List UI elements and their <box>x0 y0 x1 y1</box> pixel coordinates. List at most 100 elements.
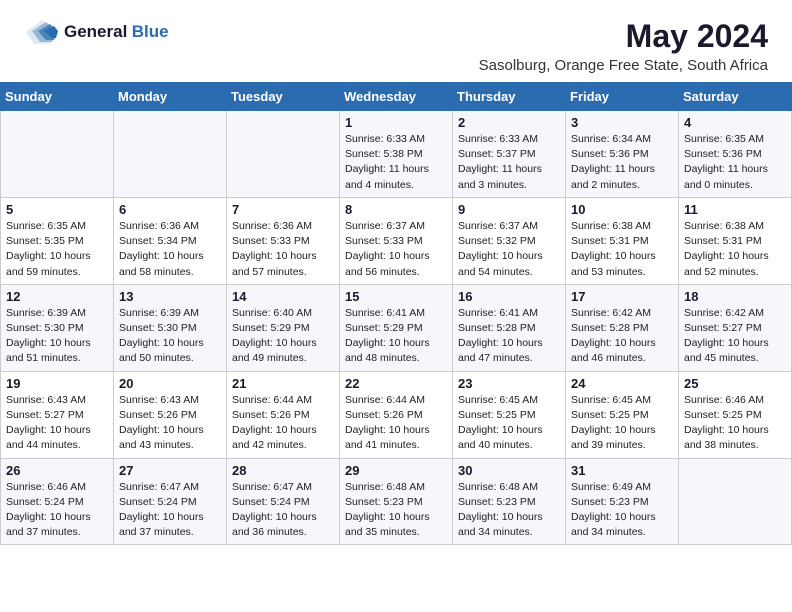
day-info: Sunrise: 6:42 AM Sunset: 5:27 PM Dayligh… <box>684 306 786 367</box>
header-wednesday: Wednesday <box>340 83 453 111</box>
day-info: Sunrise: 6:48 AM Sunset: 5:23 PM Dayligh… <box>345 480 447 541</box>
day-number: 14 <box>232 289 334 304</box>
day-info: Sunrise: 6:47 AM Sunset: 5:24 PM Dayligh… <box>232 480 334 541</box>
calendar-cell-2-1: 5 Sunrise: 6:35 AM Sunset: 5:35 PM Daylig… <box>1 197 114 284</box>
calendar-cell-1-1 <box>1 111 114 198</box>
day-info: Sunrise: 6:46 AM Sunset: 5:25 PM Dayligh… <box>684 393 786 454</box>
day-info: Sunrise: 6:41 AM Sunset: 5:29 PM Dayligh… <box>345 306 447 367</box>
calendar-cell-5-4: 29 Sunrise: 6:48 AM Sunset: 5:23 PM Dayli… <box>340 458 453 545</box>
day-number: 22 <box>345 376 447 391</box>
day-info: Sunrise: 6:39 AM Sunset: 5:30 PM Dayligh… <box>119 306 221 367</box>
day-info: Sunrise: 6:38 AM Sunset: 5:31 PM Dayligh… <box>684 219 786 280</box>
day-number: 2 <box>458 115 560 130</box>
day-info: Sunrise: 6:43 AM Sunset: 5:27 PM Dayligh… <box>6 393 108 454</box>
day-info: Sunrise: 6:34 AM Sunset: 5:36 PM Dayligh… <box>571 132 673 193</box>
day-number: 10 <box>571 202 673 217</box>
calendar-cell-1-7: 4Sunrise: 6:35 AM Sunset: 5:36 PM Daylig… <box>679 111 792 198</box>
day-number: 1 <box>345 115 447 130</box>
calendar-week-5: 26Sunrise: 6:46 AM Sunset: 5:24 PM Dayli… <box>1 458 792 545</box>
calendar-cell-2-4: 8 Sunrise: 6:37 AM Sunset: 5:33 PM Daylig… <box>340 197 453 284</box>
day-info: Sunrise: 6:43 AM Sunset: 5:26 PM Dayligh… <box>119 393 221 454</box>
header-monday: Monday <box>114 83 227 111</box>
day-number: 3 <box>571 115 673 130</box>
day-info: Sunrise: 6:47 AM Sunset: 5:24 PM Dayligh… <box>119 480 221 541</box>
calendar-cell-2-2: 6 Sunrise: 6:36 AM Sunset: 5:34 PM Daylig… <box>114 197 227 284</box>
calendar-cell-3-4: 15 Sunrise: 6:41 AM Sunset: 5:29 PM Dayli… <box>340 284 453 371</box>
day-number: 4 <box>684 115 786 130</box>
main-title: May 2024 <box>479 18 768 55</box>
calendar-cell-5-5: 30 Sunrise: 6:48 AM Sunset: 5:23 PM Dayli… <box>453 458 566 545</box>
calendar-cell-2-3: 7Sunrise: 6:36 AM Sunset: 5:33 PM Daylig… <box>227 197 340 284</box>
day-info: Sunrise: 6:37 AM Sunset: 5:32 PM Dayligh… <box>458 219 560 280</box>
day-number: 19 <box>6 376 108 391</box>
logo-icon <box>24 18 60 46</box>
calendar-cell-1-4: 1 Sunrise: 6:33 AM Sunset: 5:38 PM Daylig… <box>340 111 453 198</box>
logo-general: General <box>64 22 127 41</box>
calendar-cell-4-1: 19 Sunrise: 6:43 AM Sunset: 5:27 PM Dayli… <box>1 371 114 458</box>
subtitle: Sasolburg, Orange Free State, South Afri… <box>479 57 768 74</box>
day-info: Sunrise: 6:37 AM Sunset: 5:33 PM Dayligh… <box>345 219 447 280</box>
day-number: 20 <box>119 376 221 391</box>
calendar-week-4: 19 Sunrise: 6:43 AM Sunset: 5:27 PM Dayli… <box>1 371 792 458</box>
day-number: 23 <box>458 376 560 391</box>
header-friday: Friday <box>566 83 679 111</box>
calendar-cell-3-2: 13 Sunrise: 6:39 AM Sunset: 5:30 PM Dayli… <box>114 284 227 371</box>
calendar-cell-5-3: 28 Sunrise: 6:47 AM Sunset: 5:24 PM Dayli… <box>227 458 340 545</box>
day-number: 27 <box>119 463 221 478</box>
day-number: 15 <box>345 289 447 304</box>
calendar-cell-5-2: 27 Sunrise: 6:47 AM Sunset: 5:24 PM Dayli… <box>114 458 227 545</box>
day-info: Sunrise: 6:39 AM Sunset: 5:30 PM Dayligh… <box>6 306 108 367</box>
header-thursday: Thursday <box>453 83 566 111</box>
calendar-cell-4-6: 24 Sunrise: 6:45 AM Sunset: 5:25 PM Dayli… <box>566 371 679 458</box>
logo: General Blue <box>24 18 169 46</box>
calendar-cell-3-3: 14 Sunrise: 6:40 AM Sunset: 5:29 PM Dayli… <box>227 284 340 371</box>
day-info: Sunrise: 6:33 AM Sunset: 5:38 PM Dayligh… <box>345 132 447 193</box>
day-number: 8 <box>345 202 447 217</box>
calendar-cell-2-7: 11Sunrise: 6:38 AM Sunset: 5:31 PM Dayli… <box>679 197 792 284</box>
day-number: 9 <box>458 202 560 217</box>
day-number: 17 <box>571 289 673 304</box>
day-number: 29 <box>345 463 447 478</box>
calendar-cell-1-3 <box>227 111 340 198</box>
calendar-week-2: 5 Sunrise: 6:35 AM Sunset: 5:35 PM Daylig… <box>1 197 792 284</box>
day-number: 24 <box>571 376 673 391</box>
day-number: 5 <box>6 202 108 217</box>
day-info: Sunrise: 6:35 AM Sunset: 5:35 PM Dayligh… <box>6 219 108 280</box>
day-info: Sunrise: 6:38 AM Sunset: 5:31 PM Dayligh… <box>571 219 673 280</box>
day-number: 25 <box>684 376 786 391</box>
calendar-cell-4-4: 22Sunrise: 6:44 AM Sunset: 5:26 PM Dayli… <box>340 371 453 458</box>
day-info: Sunrise: 6:41 AM Sunset: 5:28 PM Dayligh… <box>458 306 560 367</box>
day-number: 16 <box>458 289 560 304</box>
header-saturday: Saturday <box>679 83 792 111</box>
day-info: Sunrise: 6:48 AM Sunset: 5:23 PM Dayligh… <box>458 480 560 541</box>
page-header: General Blue May 2024 Sasolburg, Orange … <box>0 0 792 82</box>
day-info: Sunrise: 6:40 AM Sunset: 5:29 PM Dayligh… <box>232 306 334 367</box>
calendar-cell-5-7 <box>679 458 792 545</box>
day-number: 6 <box>119 202 221 217</box>
calendar-cell-5-6: 31Sunrise: 6:49 AM Sunset: 5:23 PM Dayli… <box>566 458 679 545</box>
calendar-cell-4-7: 25 Sunrise: 6:46 AM Sunset: 5:25 PM Dayli… <box>679 371 792 458</box>
title-block: May 2024 Sasolburg, Orange Free State, S… <box>479 18 768 74</box>
day-info: Sunrise: 6:49 AM Sunset: 5:23 PM Dayligh… <box>571 480 673 541</box>
calendar-week-3: 12Sunrise: 6:39 AM Sunset: 5:30 PM Dayli… <box>1 284 792 371</box>
calendar-cell-4-2: 20 Sunrise: 6:43 AM Sunset: 5:26 PM Dayli… <box>114 371 227 458</box>
calendar-cell-3-1: 12Sunrise: 6:39 AM Sunset: 5:30 PM Dayli… <box>1 284 114 371</box>
day-info: Sunrise: 6:36 AM Sunset: 5:34 PM Dayligh… <box>119 219 221 280</box>
day-info: Sunrise: 6:44 AM Sunset: 5:26 PM Dayligh… <box>232 393 334 454</box>
day-number: 28 <box>232 463 334 478</box>
day-info: Sunrise: 6:36 AM Sunset: 5:33 PM Dayligh… <box>232 219 334 280</box>
calendar-cell-1-2 <box>114 111 227 198</box>
day-info: Sunrise: 6:45 AM Sunset: 5:25 PM Dayligh… <box>571 393 673 454</box>
calendar-cell-3-7: 18 Sunrise: 6:42 AM Sunset: 5:27 PM Dayli… <box>679 284 792 371</box>
calendar-cell-3-5: 16 Sunrise: 6:41 AM Sunset: 5:28 PM Dayli… <box>453 284 566 371</box>
header-sunday: Sunday <box>1 83 114 111</box>
calendar-cell-1-6: 3 Sunrise: 6:34 AM Sunset: 5:36 PM Daylig… <box>566 111 679 198</box>
day-number: 18 <box>684 289 786 304</box>
day-number: 13 <box>119 289 221 304</box>
day-number: 26 <box>6 463 108 478</box>
day-info: Sunrise: 6:45 AM Sunset: 5:25 PM Dayligh… <box>458 393 560 454</box>
header-tuesday: Tuesday <box>227 83 340 111</box>
day-number: 30 <box>458 463 560 478</box>
calendar-cell-3-6: 17Sunrise: 6:42 AM Sunset: 5:28 PM Dayli… <box>566 284 679 371</box>
calendar-cell-2-6: 10 Sunrise: 6:38 AM Sunset: 5:31 PM Dayli… <box>566 197 679 284</box>
